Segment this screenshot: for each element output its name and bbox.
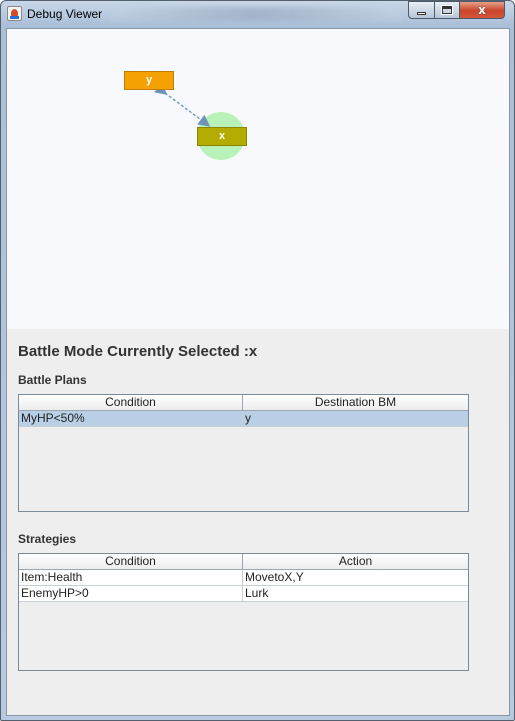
column-header-action[interactable]: Action <box>243 554 468 569</box>
battle-plans-heading: Battle Plans <box>18 373 87 387</box>
table-cell: y <box>245 411 251 425</box>
client-area: y x Battle Mode Currently Selected :x Ba… <box>6 28 510 716</box>
table-cell: Lurk <box>245 586 269 600</box>
graph-canvas[interactable]: y x <box>7 29 509 329</box>
graph-edges <box>154 82 211 127</box>
table-row[interactable]: EnemyHP>0 Lurk <box>19 586 468 602</box>
table-cell: Item:Health <box>19 570 243 585</box>
table-row[interactable]: Item:Health MovetoX,Y <box>19 570 468 586</box>
selected-mode-heading: Battle Mode Currently Selected :x <box>18 343 258 360</box>
table-cell: MovetoX,Y <box>245 570 304 584</box>
window-title: Debug Viewer <box>27 7 103 21</box>
minimize-icon <box>417 11 426 15</box>
column-header-destination[interactable]: Destination BM <box>243 395 468 410</box>
strategies-table[interactable]: Condition Action Item:Health MovetoX,Y E… <box>18 553 469 671</box>
close-button[interactable]: x <box>459 1 505 19</box>
maximize-button[interactable] <box>434 1 460 19</box>
battle-plans-table[interactable]: Condition Destination BM MyHP<50% y <box>18 394 469 512</box>
edge-x-y <box>154 82 211 127</box>
blurred-background-text <box>111 7 401 21</box>
graph-node-x[interactable]: x <box>197 127 247 146</box>
minimize-button[interactable] <box>408 1 435 19</box>
strategies-heading: Strategies <box>18 532 77 546</box>
table-row[interactable]: MyHP<50% y <box>19 411 468 427</box>
debug-viewer-window: Debug Viewer x y x Battle Mode Currently… <box>0 0 515 721</box>
table-cell: MyHP<50% <box>19 411 243 426</box>
column-header-condition[interactable]: Condition <box>19 395 243 410</box>
table-header: Condition Action <box>19 554 468 570</box>
title-bar[interactable]: Debug Viewer x <box>1 1 514 27</box>
table-cell: EnemyHP>0 <box>19 586 243 601</box>
graph-node-y[interactable]: y <box>124 71 174 90</box>
close-icon: x <box>478 3 486 17</box>
java-app-icon <box>7 6 22 21</box>
table-header: Condition Destination BM <box>19 395 468 411</box>
column-header-condition[interactable]: Condition <box>19 554 243 569</box>
maximize-icon <box>441 5 453 15</box>
